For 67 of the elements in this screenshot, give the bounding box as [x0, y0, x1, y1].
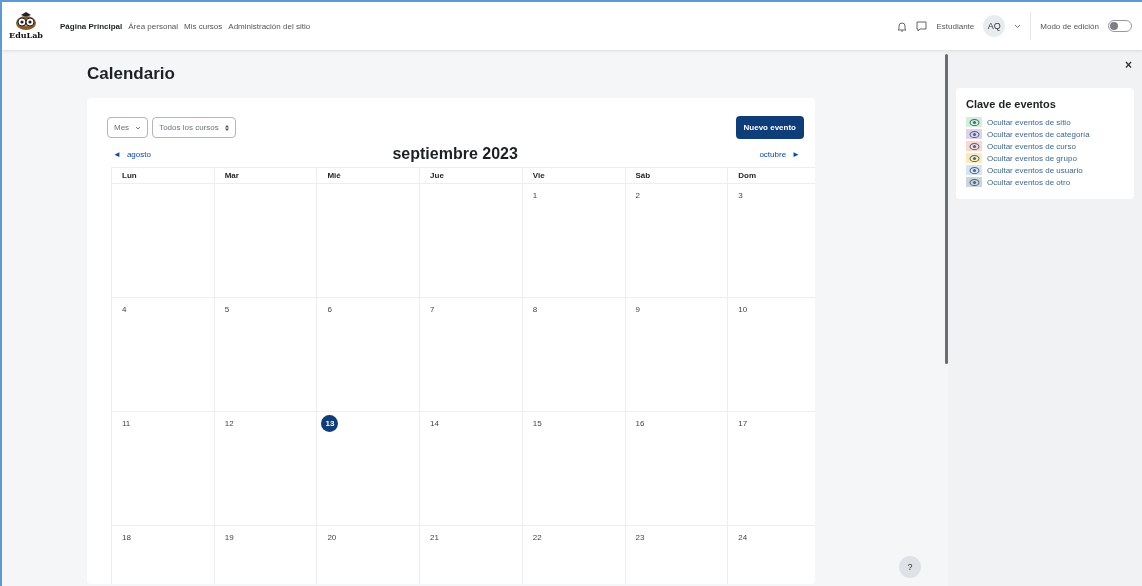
today-day-number: 13	[321, 415, 339, 432]
user-avatar[interactable]: AQ	[983, 15, 1006, 37]
legend-link[interactable]: Ocultar eventos de otro	[987, 177, 1071, 187]
new-event-button[interactable]: Nuevo evento	[735, 116, 804, 139]
day-number: 24	[738, 533, 748, 542]
day-number: 18	[122, 533, 131, 542]
day-number: 21	[430, 533, 439, 542]
legend-link[interactable]: Ocultar eventos de curso	[987, 141, 1076, 151]
day-number: 23	[635, 533, 645, 542]
chat-icon[interactable]	[916, 20, 928, 32]
legend-link[interactable]: Ocultar eventos de sitio	[987, 117, 1071, 127]
weekday-header: Mié	[316, 167, 420, 184]
weekday-header: Sáb	[625, 167, 728, 184]
close-button[interactable]: ×	[1123, 58, 1134, 72]
day-number: 19	[224, 533, 234, 542]
eye-icon[interactable]	[966, 117, 982, 127]
weekday-header: Jue	[419, 167, 523, 184]
legend-link[interactable]: Ocultar eventos de usuario	[987, 165, 1083, 175]
nav-link[interactable]: Administración del sitio	[228, 21, 311, 31]
day-number: 14	[430, 419, 439, 428]
day-number: 12	[224, 419, 234, 428]
day-number: 8	[532, 305, 538, 314]
month-title: septiembre 2023	[391, 145, 519, 163]
day-number: 16	[635, 419, 645, 428]
eye-icon[interactable]	[966, 153, 982, 163]
day-number: 11	[122, 419, 131, 428]
edit-mode-label: Modo de edición	[1040, 21, 1099, 31]
day-number: 6	[327, 305, 332, 314]
nav-link[interactable]: Mis cursos	[184, 21, 223, 31]
day-number: 9	[635, 305, 640, 314]
view-select[interactable]: Mes	[107, 117, 149, 138]
eye-icon[interactable]	[966, 129, 982, 139]
weekday-header: Vie	[522, 167, 625, 184]
weekday-header: Mar	[214, 167, 317, 184]
chevron-down-icon[interactable]	[1014, 23, 1022, 29]
sort-icon	[224, 124, 229, 131]
eye-icon[interactable]	[966, 141, 982, 151]
role-label: Estudiante	[936, 21, 975, 31]
owl-logo-icon	[15, 12, 37, 30]
bell-icon[interactable]	[897, 20, 908, 32]
day-number: 4	[122, 305, 127, 314]
day-number: 7	[430, 305, 435, 314]
eye-icon[interactable]	[966, 177, 982, 187]
day-number: 1	[532, 191, 538, 200]
day-number: 15	[532, 419, 542, 428]
help-button[interactable]: ?	[899, 556, 921, 578]
day-number: 17	[738, 419, 748, 428]
legend-link[interactable]: Ocultar eventos de grupo	[987, 153, 1077, 163]
nav-link[interactable]: Página Principal	[60, 21, 123, 31]
weekday-header: Lun	[111, 167, 215, 184]
legend-link[interactable]: Ocultar eventos de categoría	[987, 129, 1090, 139]
day-number: 20	[327, 533, 337, 542]
day-number: 2	[635, 191, 640, 200]
nav-link[interactable]: Área personal	[128, 21, 179, 31]
course-select[interactable]: Todos los cursos	[152, 117, 236, 138]
logo-text: EduLab	[9, 30, 43, 40]
eye-icon[interactable]	[966, 165, 982, 175]
day-number: 22	[532, 533, 542, 542]
prev-month-link[interactable]: ◄ agosto	[113, 149, 151, 159]
page-title: Calendario	[87, 64, 176, 84]
day-number: 3	[738, 191, 743, 200]
chevron-down-icon	[135, 125, 142, 130]
weekday-header: Dom	[727, 167, 815, 184]
day-number: 5	[224, 305, 230, 314]
next-month-link[interactable]: octubre ►	[759, 149, 800, 159]
day-number: 10	[738, 305, 748, 314]
legend-title: Clave de eventos	[966, 98, 1057, 110]
